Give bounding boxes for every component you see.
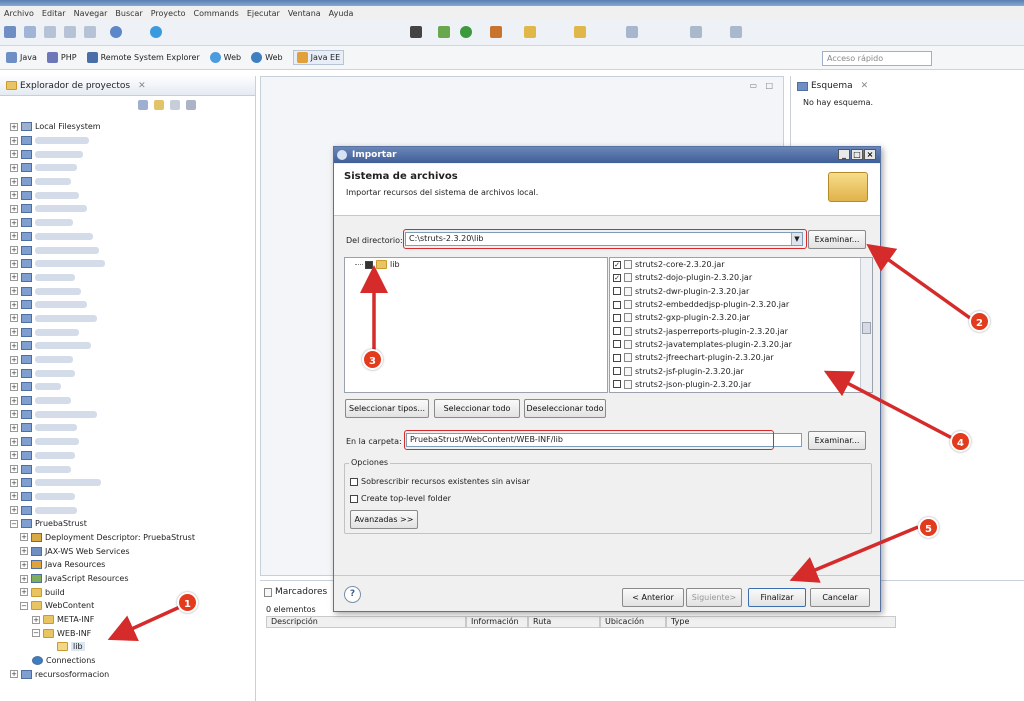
arrow-5 (789, 525, 919, 583)
annotation-badge-3: 3 (362, 349, 383, 370)
annotation-badge-5: 5 (918, 517, 939, 538)
annotation-badge-2: 2 (969, 311, 990, 332)
annotation-badge-1: 1 (177, 592, 198, 613)
arrow-1 (107, 604, 183, 642)
arrow-2 (866, 243, 972, 320)
arrow-4 (823, 370, 953, 440)
annotation-arrows (107, 243, 972, 642)
annotation-badge-4: 4 (950, 431, 971, 452)
